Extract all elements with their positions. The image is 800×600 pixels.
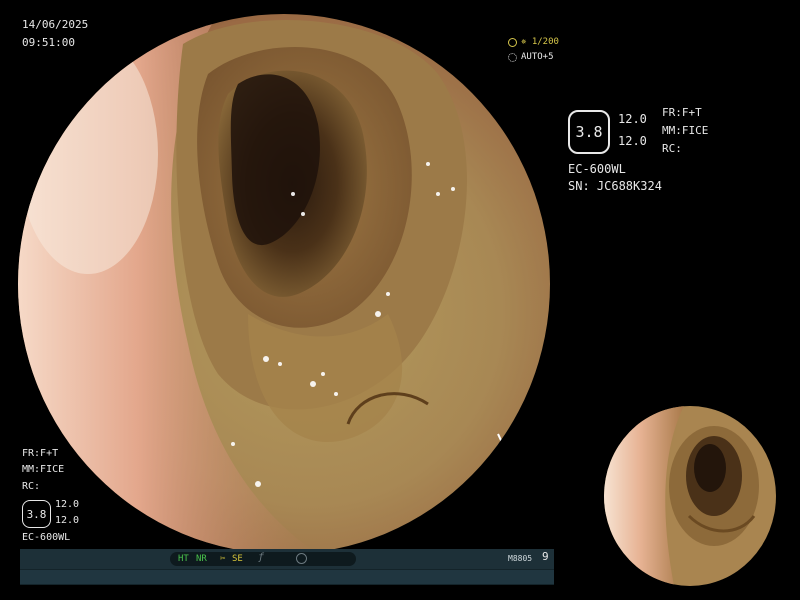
hex-value-right: 3.8 bbox=[568, 110, 610, 154]
date-label: 14/06/2025 bbox=[22, 18, 89, 31]
pip-image bbox=[604, 406, 776, 586]
left-fr: FR:F+T bbox=[22, 448, 59, 459]
scissors-icon: ✂ bbox=[220, 554, 226, 564]
left-rc: RC: bbox=[22, 481, 41, 492]
right-fr: FR:F+T bbox=[662, 106, 702, 119]
shutter-row: ✵ 1/200 bbox=[508, 36, 559, 49]
right-rc: RC: bbox=[662, 142, 682, 155]
record-icon bbox=[296, 553, 307, 564]
f-stop-icon: ƒ bbox=[258, 552, 265, 563]
left-model: EC-600WL bbox=[22, 532, 71, 543]
pip-view bbox=[604, 406, 776, 586]
ht-indicator: HT bbox=[178, 554, 189, 564]
endoscope-image bbox=[18, 14, 550, 554]
right-model: EC-600WL bbox=[568, 162, 626, 176]
code-label: M8805 bbox=[508, 554, 533, 563]
time-label: 09:51:00 bbox=[22, 36, 75, 49]
right-mm: MM:FICE bbox=[662, 124, 709, 137]
left-mm: MM:FICE bbox=[22, 464, 65, 475]
right-serial: SN: JC688K324 bbox=[568, 179, 662, 193]
status-bar: HT NR ✂ SE ƒ M8805 9 bbox=[20, 549, 554, 585]
number-label: 9 bbox=[542, 550, 549, 563]
se-indicator: SE bbox=[232, 554, 243, 564]
endoscope-main-view bbox=[18, 14, 550, 554]
right-val1: 12.0 bbox=[618, 112, 647, 126]
left-val2: 12.0 bbox=[55, 515, 80, 526]
status-bar-top: HT NR ✂ SE ƒ M8805 9 bbox=[20, 549, 554, 569]
status-bar-bottom bbox=[20, 570, 554, 584]
hex-value-left: 3.8 bbox=[22, 500, 51, 528]
target-icon bbox=[508, 38, 517, 47]
nr-indicator: NR bbox=[196, 554, 207, 564]
shutter-value: ✵ 1/200 bbox=[521, 37, 559, 47]
right-val2: 12.0 bbox=[618, 134, 647, 148]
iris-icon bbox=[508, 53, 517, 62]
left-val1: 12.0 bbox=[55, 499, 80, 510]
auto-value: AUTO+5 bbox=[521, 52, 554, 62]
auto-row: AUTO+5 bbox=[508, 51, 554, 64]
